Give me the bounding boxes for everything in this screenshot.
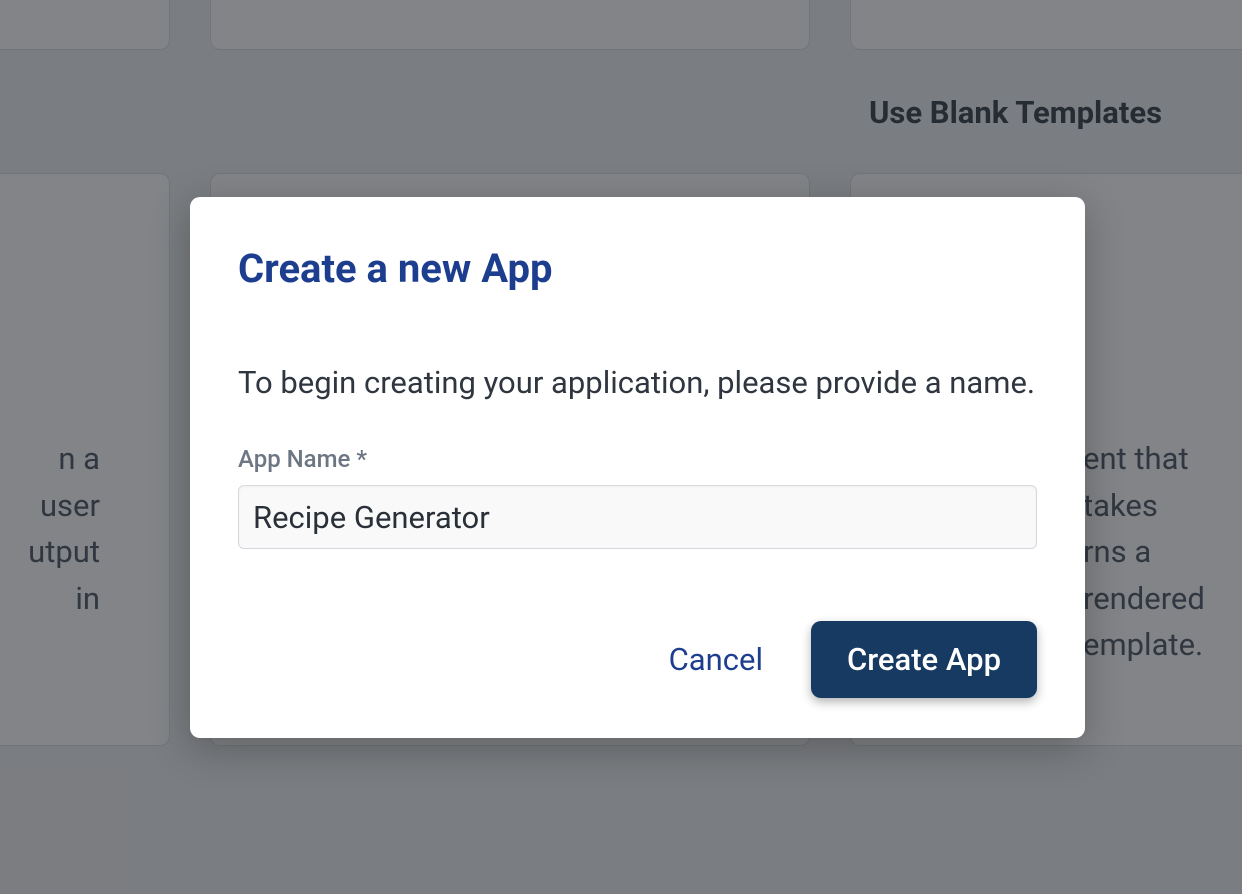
modal-title: Create a new App xyxy=(238,245,1037,292)
app-name-label: App Name * xyxy=(238,445,1037,473)
modal-actions: Cancel Create App xyxy=(238,621,1037,698)
app-name-field-group: App Name * xyxy=(238,445,1037,549)
cancel-button[interactable]: Cancel xyxy=(661,629,771,690)
create-app-modal: Create a new App To begin creating your … xyxy=(190,197,1085,738)
app-name-input[interactable] xyxy=(238,485,1037,549)
create-app-button[interactable]: Create App xyxy=(811,621,1037,698)
modal-description: To begin creating your application, plea… xyxy=(238,364,1037,401)
